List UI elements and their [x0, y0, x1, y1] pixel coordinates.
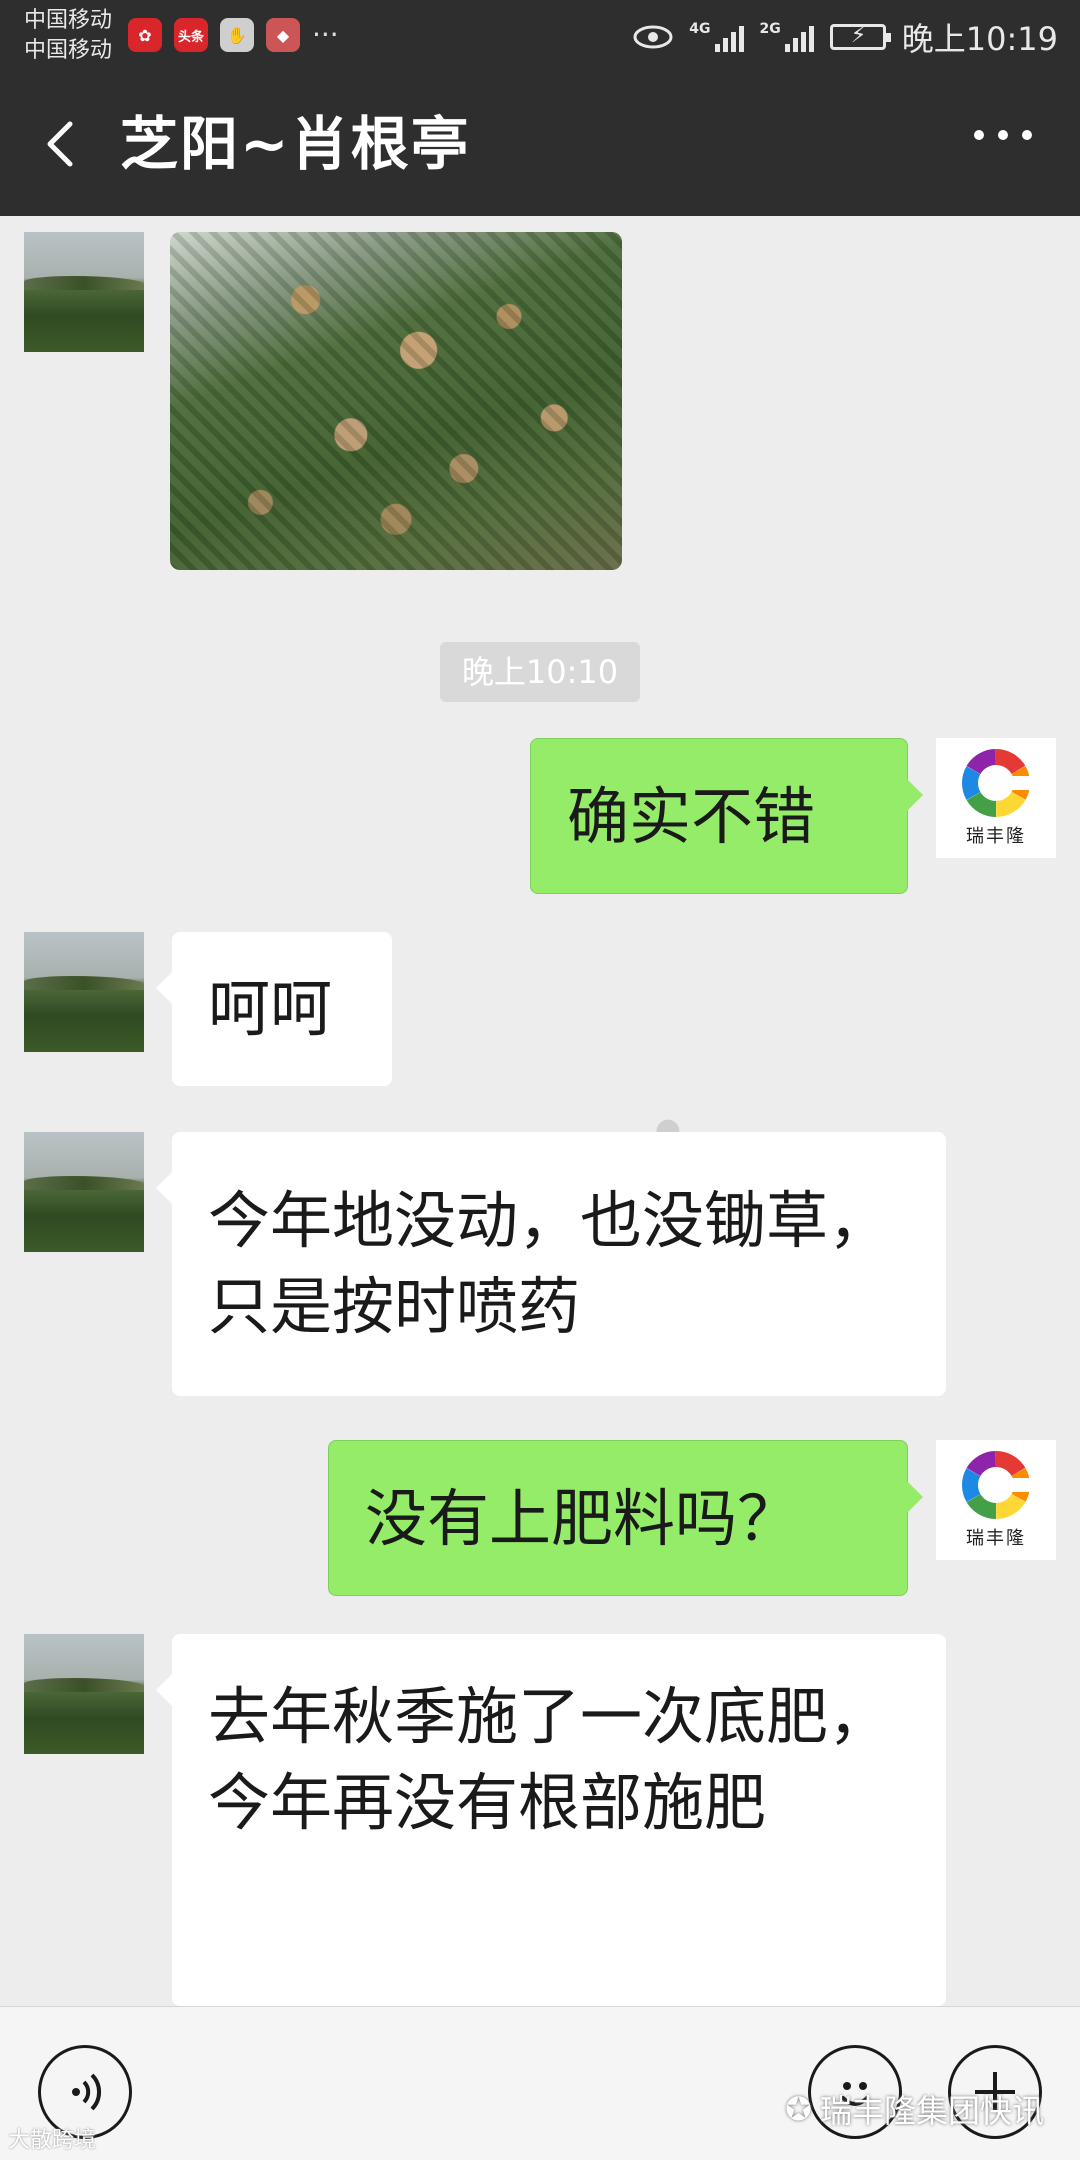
my-avatar[interactable]: 瑞丰隆: [936, 1440, 1056, 1560]
chevron-left-icon[interactable]: [36, 112, 84, 176]
signal-1: 4G: [689, 21, 744, 52]
message-bubble-received[interactable]: 去年秋季施了一次底肥，今年再没有根部施肥: [156, 1634, 946, 2006]
more-dots-icon[interactable]: [974, 130, 1032, 140]
my-avatar[interactable]: 瑞丰隆: [936, 738, 1056, 858]
network-label-2: 2G: [759, 21, 781, 37]
more-notifications-icon: ···: [312, 18, 339, 51]
my-avatar-label: 瑞丰隆: [966, 826, 1026, 847]
company-logo-icon: [961, 1451, 1031, 1519]
message-bubble-sent[interactable]: 确实不错: [530, 738, 923, 894]
contact-avatar[interactable]: [24, 1132, 144, 1252]
contact-avatar[interactable]: [24, 232, 144, 352]
chat-title: 芝阳~肖根亭: [120, 110, 471, 178]
company-logo-icon: [961, 749, 1031, 817]
contact-avatar[interactable]: [24, 1634, 144, 1754]
watermark-right-text: 瑞丰隆集团快讯: [819, 2092, 1044, 2130]
signal-bars-2-icon: [784, 22, 814, 52]
battery-icon: ⚡: [829, 23, 891, 50]
app-icon: ◆: [266, 18, 300, 52]
status-bar: 中国移动 中国移动 ● ✿ 头条 ✋ ◆ ··· 4G 2G ⚡ 晚上10:19: [0, 0, 1080, 1147]
signal-2: 2G: [760, 22, 814, 52]
carrier-info: 中国移动 中国移动: [24, 6, 112, 66]
chat-header: 芝阳~肖根亭: [0, 72, 1080, 216]
status-right: 4G 2G ⚡ 晚上10:19: [633, 14, 1058, 60]
input-bar: 大散跨境 ✪ 瑞丰隆集团快讯: [0, 2006, 1080, 2160]
huawei-icon: ✿: [128, 18, 162, 52]
wechat-icon: ✪: [785, 2090, 812, 2128]
signal-bars-1-icon: [714, 22, 744, 52]
eye-icon: [633, 25, 673, 49]
message-bubble-sent[interactable]: 没有上肥料吗？: [328, 1440, 923, 1596]
message-bubble-received[interactable]: 今年地没动，也没锄草，只是按时喷药: [156, 1132, 946, 1396]
carrier-1: 中国移动: [24, 8, 113, 33]
my-avatar-label: 瑞丰隆: [966, 1528, 1026, 1549]
toutiao-icon: 头条: [174, 18, 208, 52]
message-timestamp: 晚上10:10: [440, 642, 640, 702]
watermark-left: 大散跨境: [8, 2128, 97, 2153]
notification-icons: ● ✿ 头条 ✋ ◆ ···: [128, 18, 681, 1147]
watermark-right: ✪ 瑞丰隆集团快讯: [785, 2086, 1044, 2132]
hand-icon: ✋: [220, 18, 254, 52]
clock: 晚上10:19: [901, 20, 1058, 58]
network-label-1: 4G: [689, 21, 711, 37]
carrier-2: 中国移动: [24, 38, 113, 63]
message-bubble-received[interactable]: 呵呵: [156, 932, 392, 1086]
contact-avatar[interactable]: [24, 932, 144, 1052]
message-list[interactable]: 晚上10:10 确实不错 瑞丰隆 呵呵 今年地没动，也没锄草，只是按时喷药 没有…: [0, 216, 1080, 2006]
message-image[interactable]: [170, 232, 622, 570]
